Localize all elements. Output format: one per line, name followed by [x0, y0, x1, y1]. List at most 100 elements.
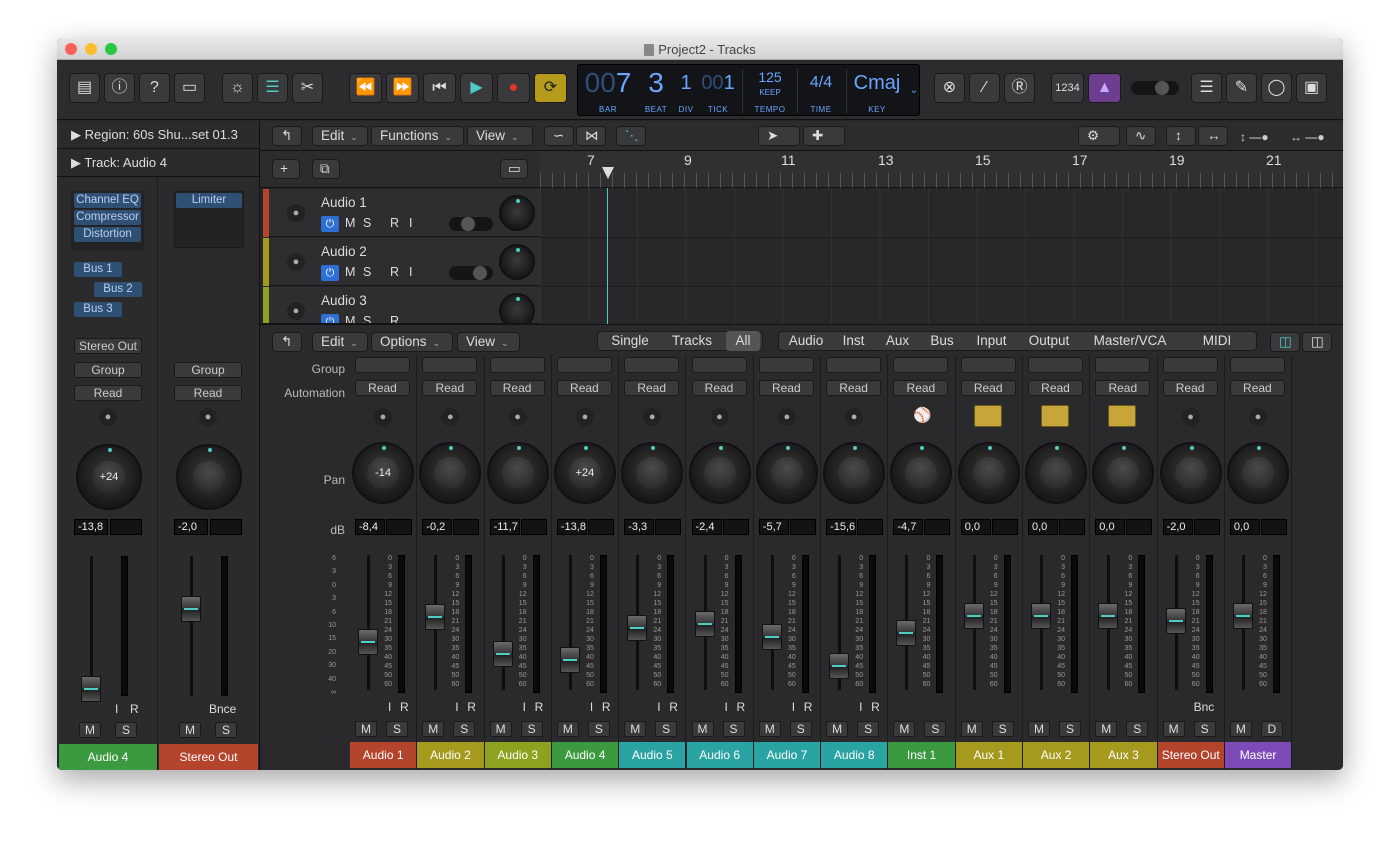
scope-tracks[interactable]: Tracks: [660, 331, 724, 351]
track-volume-slider[interactable]: [449, 217, 493, 231]
aux-meter-icon[interactable]: [1041, 405, 1069, 427]
volume-fader[interactable]: [492, 641, 513, 667]
plugin-compressor[interactable]: Compressor: [74, 210, 141, 225]
solo-button[interactable]: S: [363, 216, 371, 230]
bounce-button[interactable]: Bnc: [1194, 700, 1215, 714]
plugin-channel-eq[interactable]: Channel EQ: [74, 193, 141, 208]
filter-aux[interactable]: Aux: [876, 331, 919, 351]
pan-knob[interactable]: [957, 442, 1020, 504]
record-enable-button[interactable]: R: [804, 700, 813, 714]
vertical-zoom-slider[interactable]: ↕ ⎯⎯●: [1240, 130, 1285, 144]
right-bounce-button[interactable]: Bnce: [209, 702, 236, 716]
right-automation-mode[interactable]: Read: [174, 385, 242, 401]
pan-knob[interactable]: [688, 442, 751, 504]
mute-button[interactable]: M: [1028, 721, 1050, 737]
group-slot[interactable]: [691, 357, 747, 373]
left-group-slot[interactable]: Group: [74, 362, 142, 378]
solo-button[interactable]: S: [363, 265, 371, 279]
scope-single[interactable]: Single: [600, 331, 660, 351]
pan-knob[interactable]: [621, 442, 684, 504]
tracks-workspace[interactable]: [540, 188, 1343, 324]
edit-menu[interactable]: Edit ⌄: [312, 126, 368, 146]
filter-master-vca[interactable]: Master/VCA: [1080, 331, 1180, 351]
view-menu[interactable]: View ⌄: [467, 126, 533, 146]
volume-fader[interactable]: [559, 647, 580, 673]
catch-playhead-icon[interactable]: ⋱: [616, 126, 646, 146]
mute-button[interactable]: M: [691, 721, 714, 737]
automation-mode[interactable]: Read: [355, 380, 410, 396]
mute-button[interactable]: M: [960, 721, 983, 737]
solo-button[interactable]: S: [991, 721, 1014, 737]
solo-button[interactable]: S: [453, 721, 476, 737]
browsers-button[interactable]: ▣: [1296, 73, 1327, 103]
ruler[interactable]: 7 9 11 13 15 17 19 21: [540, 151, 1343, 188]
go-to-beginning-button[interactable]: ⏮: [423, 73, 456, 103]
volume-fader[interactable]: [358, 629, 378, 655]
tuner-button[interactable]: ⁄: [969, 73, 1000, 103]
filter-midi[interactable]: MIDI: [1180, 331, 1254, 351]
output-slot[interactable]: Stereo Out: [74, 338, 142, 354]
pan-knob[interactable]: [486, 442, 549, 504]
mute-button[interactable]: M: [893, 721, 916, 737]
power-icon[interactable]: ⏻: [321, 314, 339, 323]
replace-mode-button[interactable]: ⊗: [934, 73, 965, 103]
add-track-icon[interactable]: +: [272, 159, 300, 179]
channel-name[interactable]: Inst 1: [888, 742, 955, 768]
left-automation-mode[interactable]: Read: [74, 385, 142, 401]
solo-button[interactable]: S: [857, 721, 880, 737]
mute-button[interactable]: M: [1162, 721, 1185, 737]
mixer-back-icon[interactable]: ↰: [272, 332, 302, 352]
record-enable-button[interactable]: R: [602, 700, 611, 714]
solo-button[interactable]: S: [1059, 721, 1081, 737]
solo-button[interactable]: S: [520, 721, 543, 737]
automation-mode[interactable]: Read: [691, 380, 747, 396]
volume-fader[interactable]: [1098, 603, 1119, 629]
wide-strips-icon[interactable]: ◫: [1302, 332, 1332, 352]
pointer-tool-icon[interactable]: ➤: [758, 126, 800, 146]
pan-knob[interactable]: [1159, 442, 1222, 504]
solo-button[interactable]: S: [655, 721, 678, 737]
right-group-slot[interactable]: Group: [174, 362, 242, 378]
left-volume-fader[interactable]: [81, 676, 101, 702]
automation-mode[interactable]: Read: [758, 380, 814, 396]
channel-name[interactable]: Aux 1: [955, 742, 1022, 768]
track-header-audio-1[interactable]: ● Audio 1 ⏻ M S R I: [263, 189, 541, 237]
group-slot[interactable]: [489, 357, 545, 373]
horizontal-zoom-slider[interactable]: ↔ ⎯⎯●: [1290, 130, 1340, 144]
mixer-edit-menu[interactable]: Edit ⌄: [312, 332, 368, 352]
group-slot[interactable]: [1095, 357, 1151, 373]
group-slot[interactable]: [960, 357, 1016, 373]
filter-inst[interactable]: Inst: [831, 331, 876, 351]
group-slot[interactable]: [1028, 357, 1083, 373]
quick-help-button[interactable]: ?: [139, 73, 170, 103]
automation-mode[interactable]: Read: [826, 380, 882, 396]
solo-button[interactable]: S: [386, 721, 408, 737]
channel-name[interactable]: Audio 1: [350, 742, 417, 768]
solo-button[interactable]: S: [1193, 721, 1216, 737]
record-enable-button[interactable]: R: [467, 700, 476, 714]
input-monitor-button[interactable]: I: [388, 700, 391, 714]
functions-menu[interactable]: Functions ⌄: [371, 126, 464, 146]
filter-bus[interactable]: Bus: [919, 331, 965, 351]
right-channel-name[interactable]: Stereo Out: [159, 744, 258, 770]
solo-button[interactable]: S: [587, 721, 610, 737]
automation-mode[interactable]: Read: [556, 380, 612, 396]
volume-fader[interactable]: [1031, 603, 1051, 629]
channel-name[interactable]: Audio 3: [484, 742, 551, 768]
waveform-zoom-icon[interactable]: ∿: [1126, 126, 1156, 146]
mute-button[interactable]: M: [556, 721, 579, 737]
filter-audio[interactable]: Audio: [781, 331, 831, 351]
group-slot[interactable]: [624, 357, 680, 373]
solo-button[interactable]: Ⓡ: [1004, 73, 1035, 103]
left-input-monitor-button[interactable]: I: [115, 702, 118, 716]
mute-button[interactable]: M: [422, 721, 445, 737]
right-mute-button[interactable]: M: [179, 722, 201, 738]
mute-button[interactable]: M: [1229, 721, 1252, 737]
volume-fader[interactable]: [1232, 603, 1253, 629]
left-channel-name[interactable]: Audio 4: [59, 744, 157, 770]
record-enable-button[interactable]: R: [390, 314, 399, 323]
channel-name[interactable]: Audio 5: [619, 742, 686, 768]
inspector-button[interactable]: ⓘ: [104, 73, 135, 103]
play-button[interactable]: ▶: [460, 73, 493, 103]
volume-fader[interactable]: [1165, 608, 1186, 634]
